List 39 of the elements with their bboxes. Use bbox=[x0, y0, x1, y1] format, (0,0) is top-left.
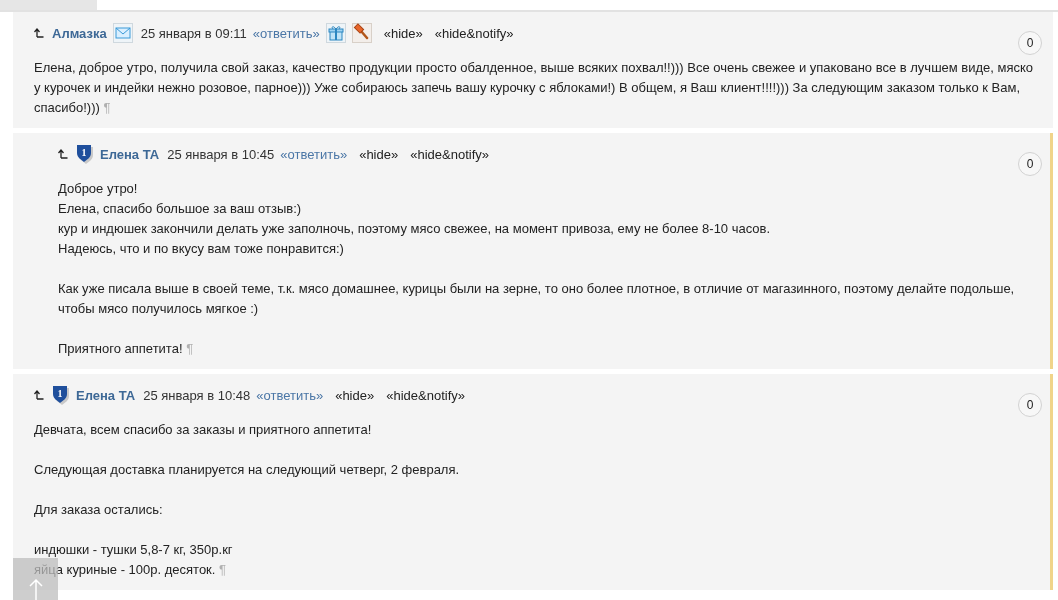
comment-text: Следующая доставка планируется на следующий четверг, 2 февраля. bbox=[34, 461, 461, 479]
comment-text: Приятного аппетита! ¶ bbox=[58, 340, 195, 358]
comment-text: яйца куриные - 100р. десяток. ¶ bbox=[34, 561, 228, 579]
comment-text: Елена, доброе утро, получила свой заказ, качество продукции просто обалденное, выше всяких похвал!!))) Все очень свежее и упаковано все в лучшем виде, мяско у курочек и индейки нежно розовое, парное))) Уже собираюсь запечь вашу курочку с яблоками!) В общем, я Ваш клиент!!!!))) За следующим заказом только к Вам, спасибо!))) ¶ bbox=[34, 59, 1035, 117]
hide-link[interactable]: «hide» bbox=[383, 25, 423, 41]
hammer-icon[interactable] bbox=[351, 23, 372, 43]
comment-date: 25 января в 09:11 bbox=[140, 25, 247, 41]
reply-link[interactable]: «ответить» bbox=[280, 146, 348, 162]
hide-notify-link[interactable]: «hide&notify» bbox=[434, 25, 514, 41]
shield-badge-icon: 1 bbox=[76, 144, 94, 164]
comment-text: Девчата, всем спасибо за заказы и приятного аппетита! bbox=[34, 421, 373, 439]
comment-text: кур и индюшек закончили делать уже заполночь, поэтому мясо свежее, на момент привоза, ему не более 8-10 часов. bbox=[58, 220, 772, 238]
author-link[interactable]: Елена ТА bbox=[100, 146, 160, 162]
reply-arrow-icon bbox=[34, 28, 44, 38]
hide-notify-link[interactable]: «hide&notify» bbox=[386, 387, 465, 403]
comment-date: 25 января в 10:45 bbox=[167, 146, 275, 162]
comment-date: 25 января в 10:48 bbox=[143, 387, 251, 403]
reply-link[interactable]: «ответить» bbox=[252, 25, 320, 41]
comment-text: Как уже писала выше в своей теме, т.к. мясо домашнее, курицы были на зерне, то оно более плотное, в отличие от магазинного, поэтому делайте подольше, чтобы мясо получилось мягкое :) bbox=[58, 280, 1016, 318]
author-link[interactable]: Алмазка bbox=[52, 25, 107, 41]
hide-link[interactable]: «hide» bbox=[335, 387, 375, 403]
comment-text: Для заказа остались: bbox=[34, 501, 164, 519]
hide-link[interactable]: «hide» bbox=[359, 146, 399, 162]
reply-arrow-icon bbox=[58, 149, 68, 159]
gift-icon[interactable] bbox=[325, 23, 346, 43]
hide-notify-link[interactable]: «hide&notify» bbox=[410, 146, 489, 162]
comment-text: Елена, спасибо большое за ваш отзыв:) bbox=[58, 200, 303, 218]
rating-counter[interactable]: 0 bbox=[1018, 152, 1042, 176]
shield-badge-icon: 1 bbox=[52, 385, 70, 405]
author-link[interactable]: Елена ТА bbox=[76, 387, 136, 403]
reply-arrow-icon bbox=[34, 390, 44, 400]
comment-text: индюшки - тушки 5,8-7 кг, 350р.кг bbox=[34, 541, 234, 559]
envelope-icon[interactable] bbox=[112, 23, 133, 43]
rating-counter[interactable]: 0 bbox=[1018, 393, 1042, 417]
rating-counter[interactable]: 0 bbox=[1018, 31, 1042, 55]
up-arrow-icon bbox=[28, 578, 43, 600]
comment-text: Доброе утро! bbox=[58, 180, 139, 198]
comment-text: Надеюсь, что и по вкусу вам тоже понравится:) bbox=[58, 240, 345, 258]
reply-link[interactable]: «ответить» bbox=[256, 387, 324, 403]
